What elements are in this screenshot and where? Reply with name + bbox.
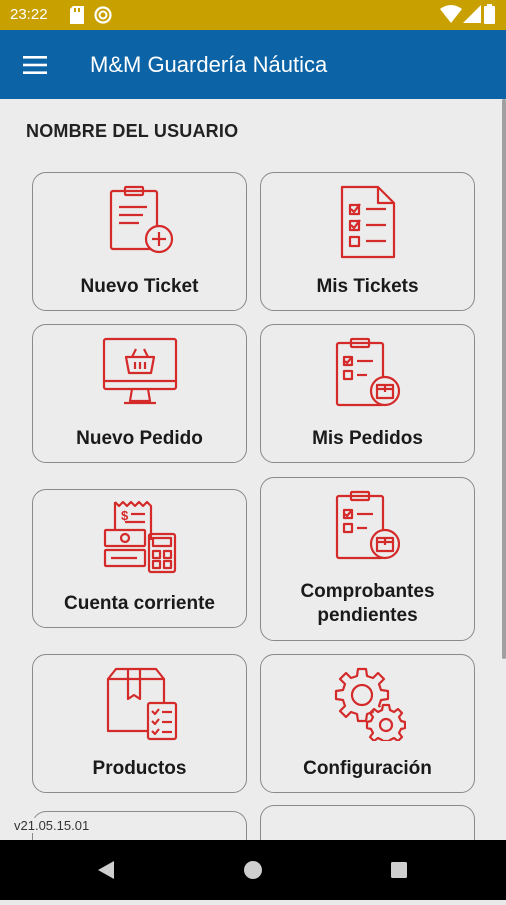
user-name: NOMBRE DEL USUARIO: [26, 121, 239, 141]
box-checklist-icon: [106, 667, 177, 741]
tile-label-line2: pendientes: [317, 605, 418, 626]
tile-mis-pedidos[interactable]: Mis Pedidos: [260, 324, 475, 463]
tile-label-line1: Comprobantes: [300, 581, 435, 602]
clipboard-box-icon: [335, 337, 400, 407]
dashboard-content[interactable]: NOMBRE DEL USUARIO Nuevo Ticket Mis Tick…: [0, 99, 506, 840]
clipboard-plus-icon: [109, 185, 173, 254]
tile-label: Nuevo Pedido: [76, 428, 203, 449]
status-time: 23:22: [10, 6, 48, 23]
hamburger-menu-icon[interactable]: [18, 50, 52, 80]
monitor-basket-icon: [102, 337, 177, 405]
tile-label: Mis Tickets: [316, 276, 419, 297]
app-title: M&M Guardería Náutica: [90, 52, 328, 77]
receipt-calculator-icon: $: [103, 500, 176, 574]
gears-icon: [334, 667, 406, 741]
signal-icon: [463, 5, 481, 28]
app-version: v21.05.15.01: [12, 818, 92, 833]
tile-comprobantes-pendientes[interactable]: Comprobantes pendientes: [260, 477, 475, 641]
tile-label: Cuenta corriente: [64, 593, 215, 614]
checklist-icon: [340, 185, 395, 259]
tile-configuracion[interactable]: Configuración: [260, 654, 475, 793]
tile-nuevo-pedido[interactable]: Nuevo Pedido: [32, 324, 247, 463]
svg-text:$: $: [121, 508, 129, 523]
do-not-disturb-icon: [94, 6, 112, 29]
tile-label: Productos: [92, 758, 187, 779]
tile-productos[interactable]: Productos: [32, 654, 247, 793]
tile-label: Configuración: [303, 758, 432, 779]
app-bar: M&M Guardería Náutica: [0, 30, 506, 99]
tile-mis-tickets[interactable]: Mis Tickets: [260, 172, 475, 311]
tile-partial-right[interactable]: [260, 805, 475, 840]
wifi-icon: [440, 5, 462, 28]
recents-icon[interactable]: [369, 840, 429, 900]
navigation-bar: [0, 840, 506, 900]
battery-icon: [484, 4, 495, 29]
sd-card-icon: [70, 6, 84, 29]
status-bar: 23:22: [0, 0, 506, 30]
back-icon[interactable]: [76, 840, 136, 900]
tile-nuevo-ticket[interactable]: Nuevo Ticket: [32, 172, 247, 311]
tile-cuenta-corriente[interactable]: $ Cuenta corriente: [32, 489, 247, 628]
tile-label: Nuevo Ticket: [80, 276, 199, 297]
scrollbar[interactable]: [502, 99, 506, 659]
home-icon[interactable]: [223, 840, 283, 900]
clipboard-box-icon: [335, 490, 400, 560]
tile-label: Mis Pedidos: [312, 428, 423, 449]
